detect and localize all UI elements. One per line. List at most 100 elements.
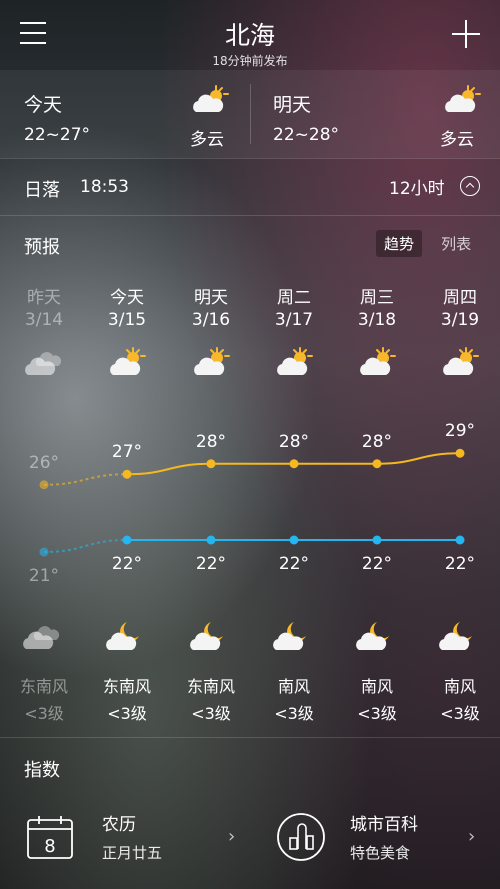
high-temp-line-past	[43, 473, 128, 486]
wind-direction: 南风	[277, 677, 310, 696]
high-temp-label: 27°	[111, 442, 143, 463]
low-temp-point	[289, 535, 299, 545]
high-temp-point	[372, 459, 382, 469]
partly-cloudy-day-icon	[440, 346, 480, 382]
low-temp-point	[206, 535, 216, 545]
wind-direction: 东南风	[19, 677, 68, 696]
low-temp-label: 22°	[361, 554, 393, 574]
tab-list[interactable]: 列表	[433, 230, 479, 257]
divider	[0, 215, 500, 216]
index-tile-city-wiki[interactable]: 城市百科 特色美食 ›	[250, 790, 500, 880]
forecast-day-label: 明天	[194, 288, 228, 308]
wind-level: <3级	[440, 704, 480, 723]
low-temp-label: 21°	[28, 566, 60, 586]
publish-time: 18分钟前发布	[212, 54, 288, 68]
high-temp-label: 29°	[444, 421, 476, 442]
high-temp-point	[206, 459, 216, 469]
low-temp-label: 22°	[278, 554, 310, 574]
low-temp-point	[455, 535, 465, 545]
view-tabs: 趋势 列表	[376, 230, 479, 257]
low-temp-point	[372, 535, 382, 545]
lunar-title: 农历	[102, 815, 136, 835]
divider	[0, 737, 500, 738]
partly-cloudy-day-icon	[191, 346, 231, 382]
wind-level: <3级	[357, 704, 397, 723]
city-wiki-subtitle: 特色美食	[350, 844, 411, 862]
high-temp-point	[455, 448, 465, 458]
partly-cloudy-night-icon	[438, 620, 478, 656]
high-temp-label: 28°	[278, 431, 310, 452]
city-name[interactable]: 北海	[0, 16, 500, 52]
today-condition: 多云	[190, 130, 224, 150]
indices-title: 指数	[24, 760, 60, 781]
tomorrow-temp: 22~28°	[273, 125, 340, 145]
forecast-day-label: 周四	[443, 288, 477, 308]
partly-cloudy-day-icon	[357, 346, 397, 382]
forecast-date-label: 3/17	[274, 310, 314, 330]
cloudy-icon	[24, 346, 64, 382]
high-temp-label: 26°	[28, 452, 60, 473]
city-wiki-title: 城市百科	[350, 815, 418, 835]
chevron-right-icon: ›	[228, 826, 236, 847]
high-temp-label: 28°	[361, 431, 393, 452]
sunset-time: 18:53	[80, 177, 129, 197]
today-temp: 22~27°	[24, 125, 91, 145]
high-temp-point	[122, 469, 132, 479]
wind-level: <3级	[24, 704, 64, 723]
lunar-date: 正月廿五	[102, 844, 163, 862]
partly-cloudy-night-icon	[105, 620, 145, 656]
cloudy-icon	[22, 620, 62, 656]
forecast-date-label: 3/19	[440, 310, 480, 330]
chevron-right-icon: ›	[468, 826, 476, 847]
high-temp-point	[39, 480, 49, 490]
wind-level: <3级	[274, 704, 314, 723]
partly-cloudy-day-icon	[274, 346, 314, 382]
low-temp-label: 22°	[195, 554, 227, 574]
partly-cloudy-night-icon	[189, 620, 229, 656]
forecast-day-label: 今天	[110, 288, 144, 308]
low-temp-label: 22°	[111, 554, 143, 574]
calendar-icon-text: 8	[44, 836, 55, 857]
city-buildings-icon	[276, 812, 326, 866]
add-city-icon[interactable]	[452, 20, 480, 48]
today-card[interactable]: 今天 22~27° 多云	[0, 70, 250, 158]
today-label: 今天	[24, 94, 63, 116]
forecast-day-label: 周二	[277, 288, 311, 308]
tomorrow-condition: 多云	[440, 130, 474, 150]
sunset-label: 日落	[24, 180, 60, 201]
forecast-date-label: 3/14	[24, 310, 64, 330]
tomorrow-card[interactable]: 明天 22~28° 多云	[250, 70, 500, 158]
forecast-day-label: 周三	[360, 288, 394, 308]
forecast-date-label: 3/16	[191, 310, 231, 330]
tomorrow-label: 明天	[273, 94, 312, 116]
wind-level: <3级	[191, 704, 231, 723]
high-temp-line	[126, 452, 461, 476]
forecast-date-label: 3/15	[107, 310, 147, 330]
forecast-date-label: 3/18	[357, 310, 397, 330]
tab-trend[interactable]: 趋势	[376, 230, 423, 257]
calendar-icon: 8	[26, 814, 74, 864]
partly-cloudy-day-icon	[107, 346, 147, 382]
low-temp-line-past	[43, 539, 128, 553]
low-temp-point	[122, 535, 132, 545]
high-temp-label: 28°	[195, 431, 227, 452]
partly-cloudy-day-icon	[190, 84, 230, 120]
chevron-up-icon	[460, 176, 480, 196]
low-temp-label: 22°	[444, 554, 476, 574]
wind-direction: 南风	[443, 677, 476, 696]
low-temp-point	[39, 547, 49, 557]
index-tile-lunar[interactable]: 8 农历 正月廿五 ›	[0, 790, 250, 880]
wind-direction: 东南风	[102, 677, 151, 696]
wind-direction: 南风	[360, 677, 393, 696]
hourly-toggle-button[interactable]: 12小时	[389, 174, 480, 200]
wind-direction: 东南风	[186, 677, 235, 696]
divider	[0, 158, 500, 159]
forecast-title: 预报	[24, 237, 60, 258]
wind-level: <3级	[107, 704, 147, 723]
partly-cloudy-day-icon	[442, 84, 482, 120]
high-temp-point	[289, 459, 299, 469]
top-bar: 北海 18分钟前发布	[0, 0, 500, 70]
forecast-day-label: 昨天	[27, 288, 61, 308]
partly-cloudy-night-icon	[272, 620, 312, 656]
hourly-label: 12小时	[389, 179, 445, 199]
